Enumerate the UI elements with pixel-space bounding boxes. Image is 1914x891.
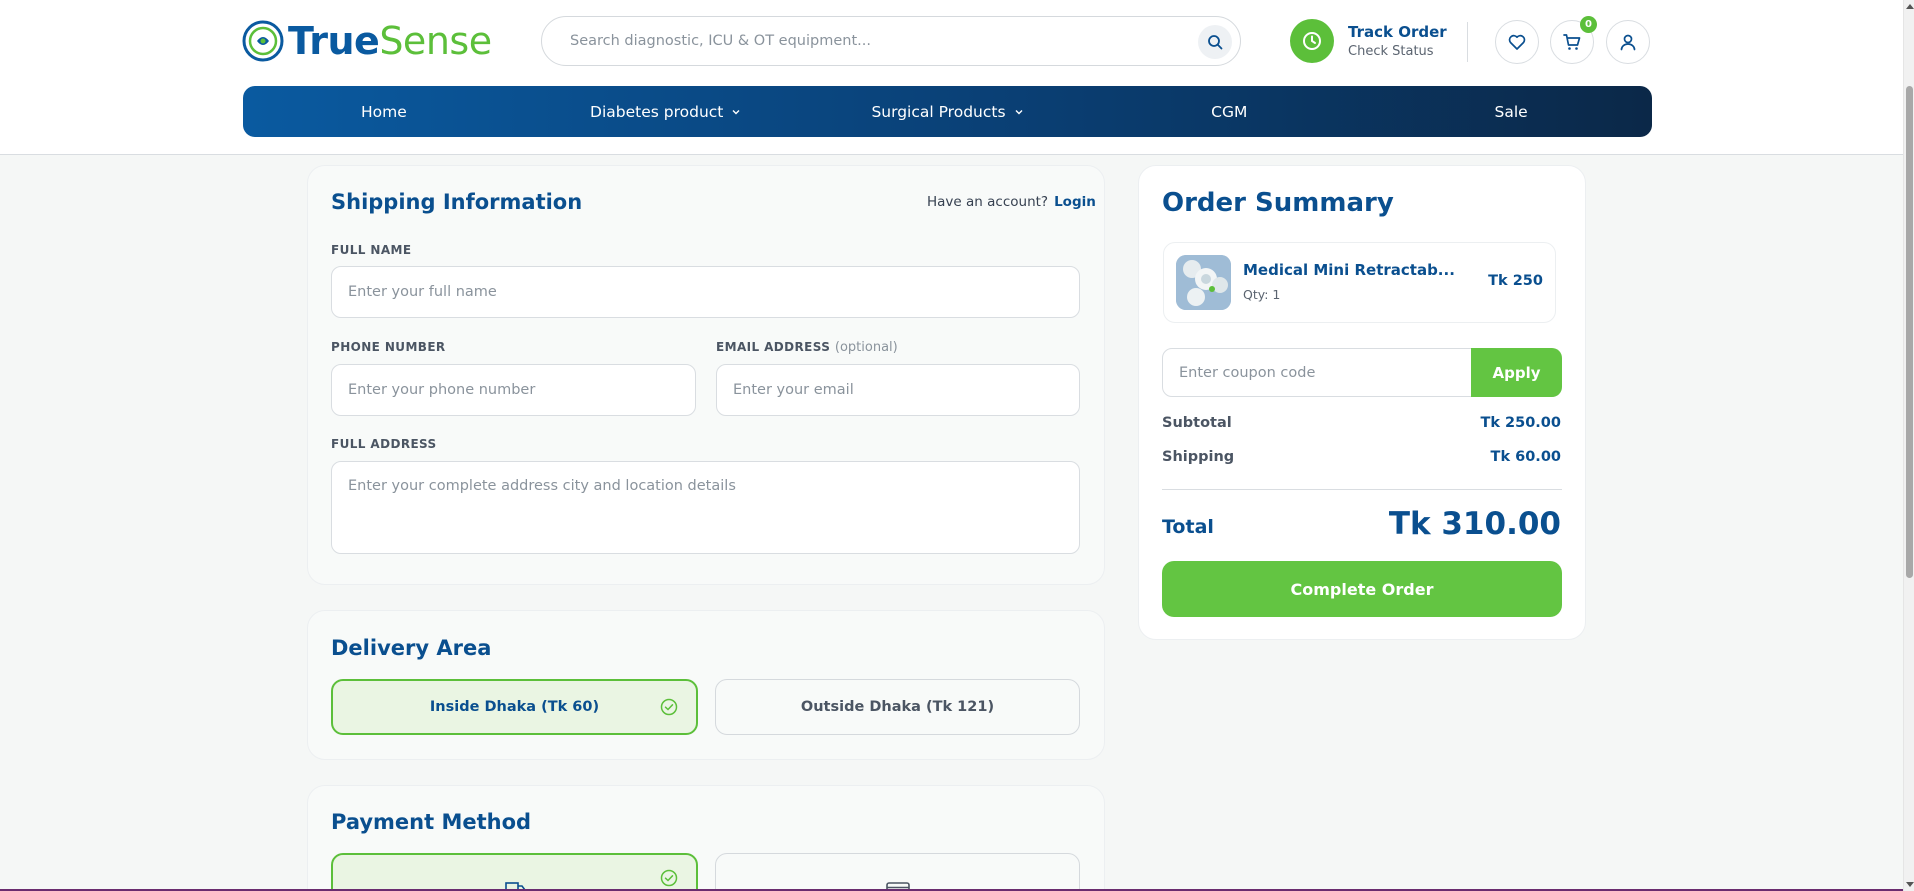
product-qty: Qty: 1 [1243, 287, 1281, 302]
summary-divider [1162, 489, 1562, 490]
phone-label: PHONE NUMBER [331, 340, 446, 354]
nav-item-label: Sale [1494, 102, 1528, 121]
phone-field-wrap [331, 364, 696, 416]
nav-item-surgical-products[interactable]: Surgical Products [807, 86, 1089, 137]
payment-title: Payment Method [331, 810, 532, 834]
track-order-title: Track Order [1348, 23, 1447, 41]
subtotal-label: Subtotal [1162, 415, 1232, 431]
nav-item-diabetes-product[interactable]: Diabetes product [525, 86, 807, 137]
search-input[interactable] [570, 33, 1170, 49]
site-header: TrueSense Track Order Check Status [0, 0, 1903, 155]
page-scrollbar[interactable] [1903, 0, 1914, 891]
chevron-down-icon [731, 107, 741, 117]
delivery-title: Delivery Area [331, 636, 492, 660]
cart-button[interactable]: 0 [1550, 16, 1597, 64]
email-field[interactable] [733, 382, 1062, 398]
scrollbar-thumb[interactable] [1906, 86, 1913, 578]
track-order-link[interactable]: Track Order Check Status [1290, 19, 1447, 63]
nav-item-label: Diabetes product [590, 102, 724, 121]
delivery-option-label: Outside Dhaka (Tk 121) [800, 699, 995, 715]
delivery-option-outside-dhaka[interactable]: Outside Dhaka (Tk 121) [715, 679, 1080, 735]
full-name-field-wrap [331, 266, 1080, 318]
track-order-subtitle: Check Status [1348, 44, 1434, 59]
cart-count-badge: 0 [1580, 16, 1597, 33]
nav-item-cgm[interactable]: CGM [1088, 86, 1370, 137]
header-divider [1467, 22, 1468, 62]
total-label: Total [1162, 516, 1214, 538]
check-circle-icon [660, 698, 678, 716]
user-icon [1620, 34, 1636, 51]
account-button[interactable] [1606, 20, 1650, 64]
search-button[interactable] [1198, 25, 1232, 59]
address-field-wrap [331, 461, 1080, 554]
coupon-form: Apply [1162, 348, 1562, 397]
scroll-down-arrow-icon[interactable] [1906, 882, 1914, 887]
payment-option-cash[interactable] [331, 853, 698, 891]
email-optional-hint: (optional) [834, 340, 898, 355]
cart-icon [1563, 34, 1581, 50]
account-prompt-text: Have an account? [927, 194, 1049, 210]
address-label: FULL ADDRESS [331, 437, 437, 451]
shipping-cost-label: Shipping [1162, 449, 1235, 465]
nav-item-home[interactable]: Home [243, 86, 525, 137]
scroll-up-arrow-icon[interactable] [1906, 4, 1914, 9]
shipping-title: Shipping Information [331, 190, 583, 214]
complete-order-button[interactable]: Complete Order [1162, 561, 1562, 617]
nav-item-label: CGM [1211, 102, 1248, 121]
wishlist-button[interactable] [1495, 20, 1539, 64]
cart-item: Medical Mini Retractab... Qty: 1 Tk 250 [1163, 242, 1556, 323]
address-field[interactable] [348, 478, 1043, 510]
search-bar [541, 16, 1241, 66]
email-label: EMAIL ADDRESS (optional) [716, 340, 898, 355]
phone-field[interactable] [348, 382, 678, 398]
total-value: Tk 310.00 [1388, 506, 1561, 542]
shipping-cost-value: Tk 60.00 [1490, 449, 1561, 465]
order-summary-title: Order Summary [1162, 188, 1394, 218]
main-nav: Home Diabetes product Surgical Products … [243, 86, 1652, 137]
heart-icon [1508, 34, 1526, 50]
nav-item-sale[interactable]: Sale [1370, 86, 1652, 137]
product-price: Tk 250 [1488, 273, 1543, 289]
check-circle-icon [660, 869, 678, 887]
nav-item-label: Home [361, 102, 407, 121]
brand-name: TrueSense [288, 19, 492, 63]
full-name-field[interactable] [348, 284, 1043, 300]
coupon-field-wrap [1162, 348, 1472, 397]
track-order-text: Track Order Check Status [1348, 23, 1447, 59]
subtotal-value: Tk 250.00 [1480, 415, 1561, 431]
email-label-text: EMAIL ADDRESS [716, 340, 831, 354]
apply-coupon-button[interactable]: Apply [1471, 348, 1562, 397]
clock-icon [1290, 19, 1334, 63]
chevron-down-icon [1014, 107, 1024, 117]
login-link[interactable]: Login [1054, 194, 1096, 210]
brand-name-part2: Sense [379, 19, 492, 63]
brand-name-part1: True [288, 19, 380, 63]
full-name-label: FULL NAME [331, 243, 412, 257]
delivery-option-label: Inside Dhaka (Tk 60) [429, 699, 600, 715]
logo-mark-icon [242, 20, 284, 62]
coupon-input[interactable] [1179, 364, 1457, 381]
delivery-option-inside-dhaka[interactable]: Inside Dhaka (Tk 60) [331, 679, 698, 735]
product-name[interactable]: Medical Mini Retractab... [1243, 261, 1455, 279]
email-field-wrap [716, 364, 1080, 416]
account-prompt: Have an account? Login [927, 194, 1096, 210]
brand-logo[interactable]: TrueSense [242, 18, 492, 64]
search-icon [1208, 35, 1223, 50]
payment-option-card[interactable] [715, 853, 1080, 891]
product-thumbnail [1176, 255, 1231, 310]
nav-item-label: Surgical Products [871, 102, 1006, 121]
